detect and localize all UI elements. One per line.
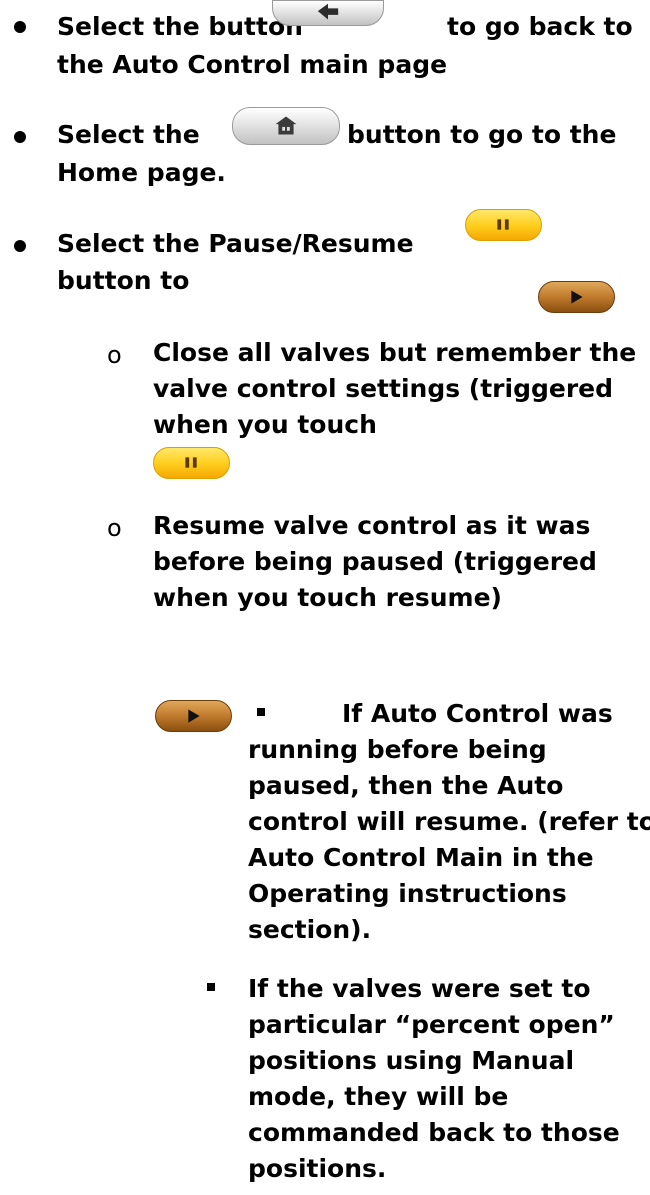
bullet-3-line-1: Select the Pause/Resume [57, 229, 414, 258]
sub-sub-item-1-line-5: Auto Control Main in the [248, 843, 594, 872]
bullet-1-text-before: Select the button [57, 12, 303, 41]
bullet-2-text-before: Select the [57, 120, 200, 149]
sub-sub-item-1-line-1: If Auto Control was [342, 699, 613, 728]
sub-sub-item-marker [257, 708, 265, 716]
sub-sub-item-2-line-6: positions. [248, 1154, 387, 1183]
resume-button-inline[interactable] [155, 700, 232, 732]
pause-button[interactable] [465, 209, 542, 241]
bullet-1-text-after: to go back to [447, 12, 633, 41]
bullet-2-text-after: button to go to the [347, 120, 617, 149]
home-icon [275, 116, 297, 135]
pause-icon [185, 457, 197, 468]
bullet-3-line-2: button to [57, 266, 190, 295]
sub-item-2-line-1: Resume valve control as it was [153, 511, 591, 540]
sub-sub-item-1-line-6: Operating instructions [248, 879, 567, 908]
sub-sub-item-marker [207, 983, 215, 991]
bullet-marker [14, 131, 26, 143]
sub-sub-item-2-line-3: positions using Manual [248, 1046, 575, 1075]
play-icon [188, 709, 200, 723]
sub-sub-item-1-line-2: running before being [248, 735, 547, 764]
sub-item-1-line-3: when you touch [153, 410, 377, 439]
sub-item-marker: o [107, 514, 122, 542]
sub-item-1-line-1: Close all valves but remember the [153, 338, 637, 367]
sub-sub-item-2-line-5: commanded back to those [248, 1118, 620, 1147]
bullet-2-line-2: Home page. [57, 158, 226, 187]
sub-sub-item-2-line-4: mode, they will be [248, 1082, 509, 1111]
sub-sub-item-1-line-7: section). [248, 915, 372, 944]
bullet-1-line-2: the Auto Control main page [57, 50, 448, 79]
sub-item-2-line-3: when you touch resume) [153, 583, 502, 612]
bullet-marker [14, 240, 26, 252]
sub-item-marker: o [107, 341, 122, 369]
bullet-marker [14, 21, 26, 33]
pause-button-inline[interactable] [153, 447, 230, 479]
sub-sub-item-1-line-4: control will resume. (refer to [248, 807, 650, 836]
home-button[interactable] [232, 107, 340, 145]
pause-icon [497, 219, 509, 230]
sub-item-1-line-2: valve control settings (triggered [153, 374, 613, 403]
sub-sub-item-1-line-3: paused, then the Auto [248, 771, 564, 800]
sub-item-2-line-2: before being paused (triggered [153, 547, 597, 576]
resume-button[interactable] [538, 281, 615, 313]
play-icon [571, 290, 583, 304]
back-arrow-icon [317, 3, 339, 20]
back-button[interactable] [272, 0, 384, 26]
sub-sub-item-2-line-1: If the valves were set to [248, 974, 591, 1003]
sub-sub-item-2-line-2: particular “percent open” [248, 1010, 615, 1039]
